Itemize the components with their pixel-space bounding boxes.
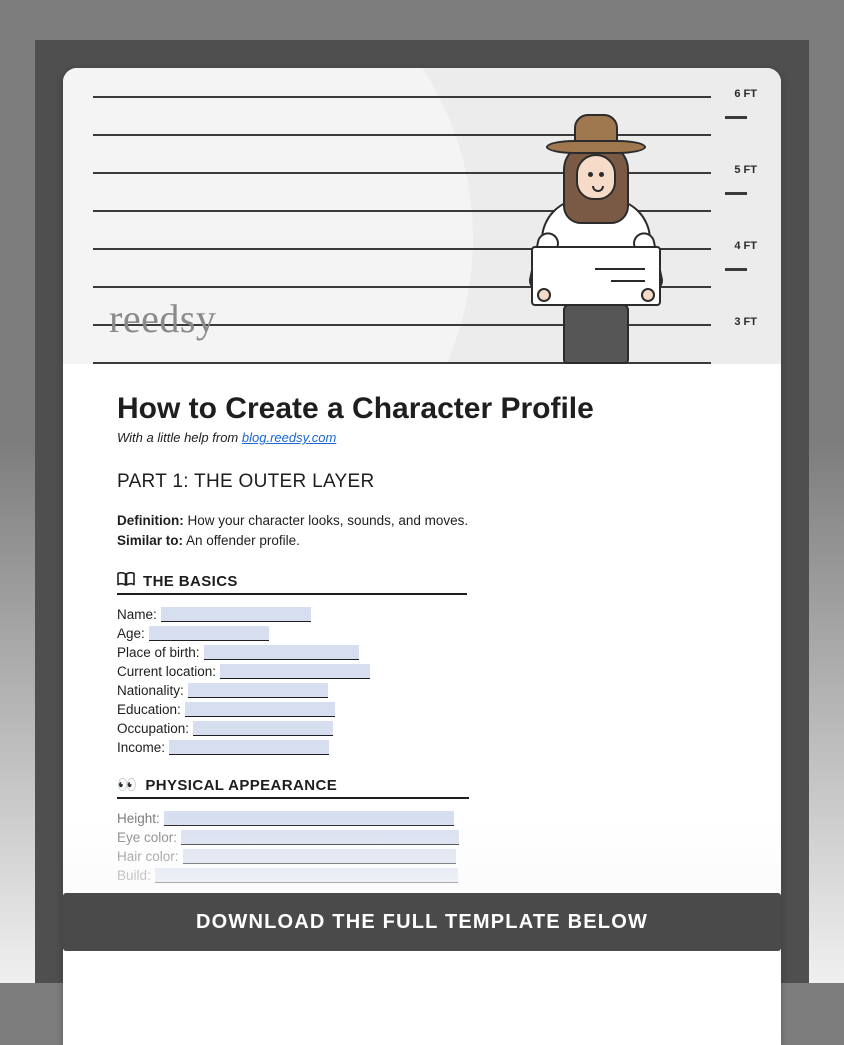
field-height-label: Height: — [117, 811, 164, 826]
field-age-input[interactable] — [149, 626, 269, 641]
field-inc-input[interactable] — [169, 740, 329, 755]
field-eye-label: Eye color: — [117, 830, 181, 845]
definitions: Definition: How your character looks, so… — [117, 511, 727, 550]
section-basics-title: THE BASICS — [117, 572, 467, 595]
field-occ-input[interactable] — [193, 721, 333, 736]
field-pob-input[interactable] — [204, 645, 359, 660]
field-eye-input[interactable] — [181, 830, 459, 845]
field-edu-input[interactable] — [185, 702, 335, 717]
field-nat-input[interactable] — [188, 683, 328, 698]
page-title: How to Create a Character Profile — [117, 392, 727, 426]
field-name-label: Name: — [117, 607, 161, 622]
book-icon — [117, 572, 135, 590]
basics-fields: Name: Age: Place of birth: Current locat… — [117, 603, 727, 755]
field-occ-label: Occupation: — [117, 721, 193, 736]
field-hair-label: Hair color: — [117, 849, 183, 864]
subtitle: With a little help from blog.reedsy.com — [117, 430, 727, 445]
field-loc-input[interactable] — [220, 664, 370, 679]
blog-link[interactable]: blog.reedsy.com — [242, 430, 336, 445]
field-age-label: Age: — [117, 626, 149, 641]
height-label-5ft: 5 FT — [734, 164, 757, 176]
field-build-label: Build: — [117, 868, 155, 883]
field-loc-label: Current location: — [117, 664, 220, 679]
brand-logo: reedsy — [109, 295, 216, 342]
hero-illustration: 6 FT 5 FT 4 FT 3 FT reedsy — [63, 68, 781, 364]
field-nat-label: Nationality: — [117, 683, 188, 698]
eyes-icon: 👀 — [117, 778, 137, 794]
field-name-input[interactable] — [161, 607, 311, 622]
height-label-6ft: 6 FT — [734, 88, 757, 100]
physical-fields: Height: Eye color: Hair color: Build: — [117, 807, 727, 883]
download-template-button[interactable]: DOWNLOAD THE FULL TEMPLATE BELOW — [63, 893, 781, 951]
field-build-input[interactable] — [155, 868, 458, 883]
height-label-4ft: 4 FT — [734, 240, 757, 252]
part-heading: PART 1: THE OUTER LAYER — [117, 471, 727, 493]
field-inc-label: Income: — [117, 740, 169, 755]
field-height-input[interactable] — [164, 811, 454, 826]
field-hair-input[interactable] — [183, 849, 456, 864]
section-physical-title: 👀 PHYSICAL APPEARANCE — [117, 777, 469, 799]
character-illustration — [511, 112, 681, 362]
field-pob-label: Place of birth: — [117, 645, 204, 660]
height-label-3ft: 3 FT — [734, 316, 757, 328]
field-edu-label: Education: — [117, 702, 185, 717]
